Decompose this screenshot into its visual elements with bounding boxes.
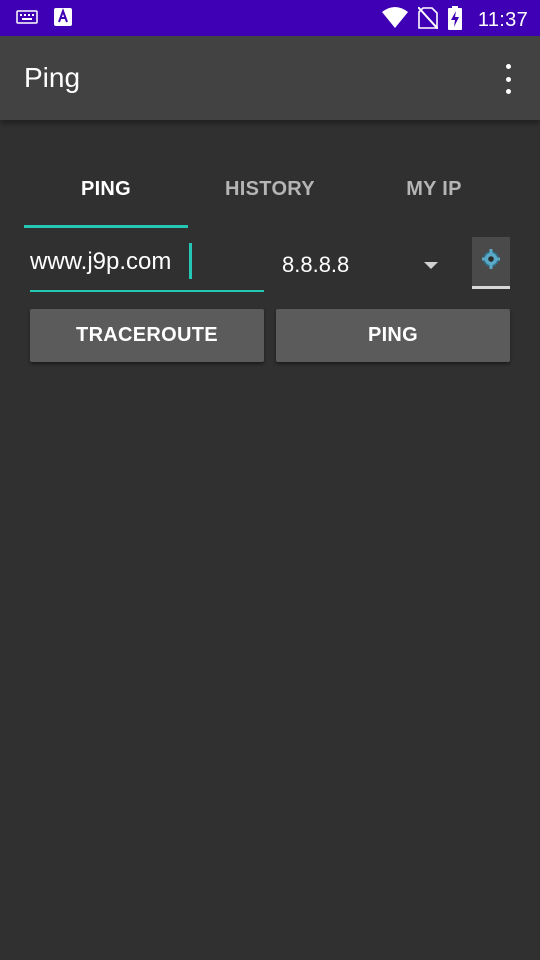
host-input[interactable] bbox=[30, 240, 264, 292]
text-cursor bbox=[189, 243, 192, 279]
tab-my-ip[interactable]: MY IP bbox=[352, 150, 516, 228]
app-title: Ping bbox=[24, 62, 81, 93]
dns-server-select[interactable]: 8.8.8.8 bbox=[270, 240, 450, 290]
tab-history[interactable]: HISTORY bbox=[188, 150, 352, 228]
dropdown-arrow-icon bbox=[424, 261, 438, 269]
tab-ping[interactable]: PING bbox=[24, 150, 188, 228]
no-sim-icon bbox=[417, 6, 439, 34]
ping-button[interactable]: PING bbox=[276, 309, 510, 362]
app-bar: Ping bbox=[0, 36, 540, 120]
gear-settings-button[interactable] bbox=[472, 237, 510, 289]
wifi-icon bbox=[381, 7, 408, 34]
status-time: 11:37 bbox=[477, 9, 528, 31]
keyboard-icon bbox=[16, 9, 38, 30]
status-bar: 11:37 bbox=[0, 0, 540, 36]
more-vert-icon[interactable] bbox=[494, 64, 522, 94]
dns-server-value: 8.8.8.8 bbox=[282, 252, 350, 277]
status-bar-right: 11:37 bbox=[381, 6, 528, 35]
a-notification-icon bbox=[54, 8, 72, 31]
traceroute-button[interactable]: TRACEROUTE bbox=[30, 309, 264, 362]
tab-bar: PING HISTORY MY IP bbox=[24, 150, 516, 228]
battery-charging-icon bbox=[447, 6, 462, 35]
gear-icon bbox=[481, 248, 501, 275]
status-bar-left bbox=[16, 8, 72, 31]
